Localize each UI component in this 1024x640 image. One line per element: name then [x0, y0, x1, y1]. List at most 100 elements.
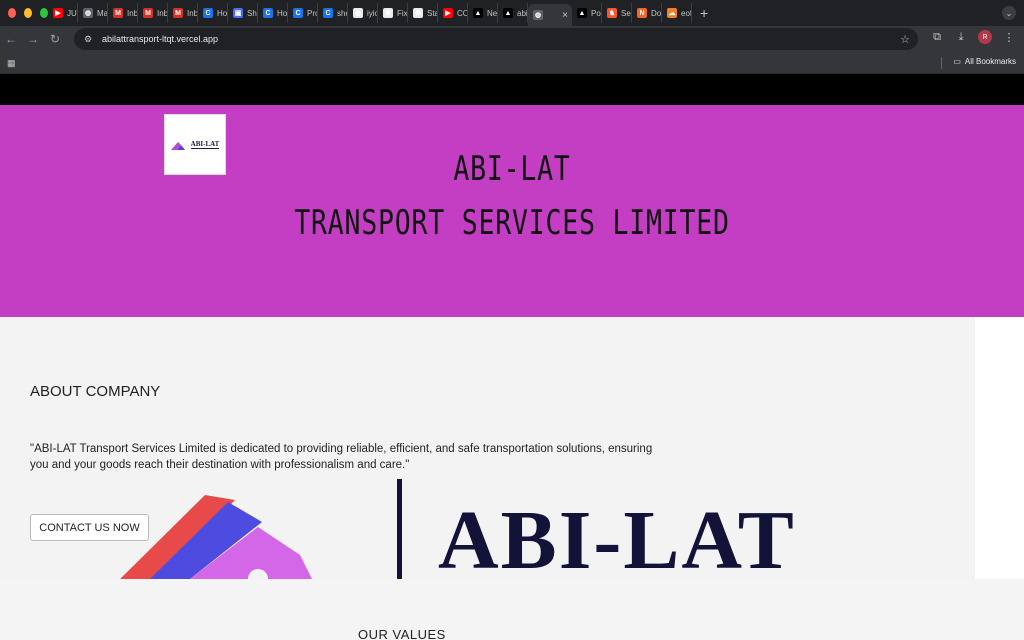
gmail-icon: M: [113, 8, 123, 18]
c-icon: C: [293, 8, 303, 18]
n-icon: N: [637, 8, 647, 18]
browser-tab[interactable]: C Proj: [288, 3, 318, 23]
browser-tab-strip: ▶ JUS ◍ Man M Inbo M Inbo M Inbo C Hon ▣ Sho C Hon C Proj…: [0, 0, 1024, 26]
download-icon[interactable]: ⤓: [954, 31, 968, 44]
browser-tab[interactable]: C Hon: [198, 3, 228, 23]
vercel-icon: ▲: [503, 8, 513, 18]
tab-label: New: [487, 8, 498, 18]
tab-label: COI: [457, 8, 467, 18]
cloud-icon: ☁: [667, 8, 677, 18]
youtube-icon: ▶: [53, 8, 63, 18]
browser-tab[interactable]: ▲ New: [468, 3, 498, 23]
folder-icon: ▭: [953, 57, 961, 66]
about-paragraph: "ABI-LAT Transport Services Limited is d…: [30, 443, 653, 471]
globe-icon: ◍: [83, 8, 93, 18]
bookmarks-divider: [941, 57, 942, 69]
extensions-icon[interactable]: ⧉: [930, 31, 944, 44]
tab-label: Sea: [621, 8, 631, 18]
address-bar[interactable]: ⚙ abilattransport-ltqt.vercel.app ☆: [74, 28, 918, 50]
tab-label: Man: [97, 8, 108, 18]
site-info-icon[interactable]: ⚙: [82, 33, 94, 45]
forward-icon[interactable]: →: [22, 32, 44, 46]
close-tab-icon[interactable]: ×: [562, 10, 568, 21]
url-text[interactable]: abilattransport-ltqt.vercel.app: [102, 34, 218, 44]
tab-label: iyiol: [367, 8, 377, 18]
browser-tab[interactable]: ▶ JUS: [48, 3, 78, 23]
about-heading: ABOUT COMPANY: [30, 383, 161, 400]
vercel-icon: ▲: [473, 8, 483, 18]
gmail-icon: M: [143, 8, 153, 18]
bookmarks-bar: ▦ ▭ All Bookmarks: [0, 52, 1024, 74]
active-browser-tab[interactable]: ◍ ×: [528, 4, 572, 26]
vercel-icon: ▲: [577, 8, 587, 18]
menu-icon[interactable]: ⋮: [1002, 31, 1016, 44]
tab-label: Don: [651, 8, 662, 18]
tab-label: Fixi: [397, 8, 408, 18]
browser-tab[interactable]: ▣ Sho: [228, 3, 258, 23]
all-bookmarks-label: All Bookmarks: [964, 57, 1016, 66]
browser-tab[interactable]: ◉ iyiol: [348, 3, 378, 23]
brand-graphic-text: ABI-LAT: [438, 494, 796, 579]
tab-label: eofc: [681, 8, 692, 18]
logo-mark-icon: [170, 141, 185, 150]
github-icon: ◉: [353, 8, 363, 18]
back-icon[interactable]: ←: [0, 32, 22, 46]
c-icon: C: [203, 8, 213, 18]
all-bookmarks-button[interactable]: ▭ All Bookmarks: [953, 57, 1016, 66]
profile-avatar[interactable]: R: [978, 30, 992, 44]
browser-tab[interactable]: ☁ eofc: [662, 3, 692, 23]
hero-title-line1: ABI-LAT: [453, 149, 571, 189]
image-icon: ▣: [233, 8, 243, 18]
brand-divider-bar: [397, 479, 402, 579]
tab-label: JUS: [67, 8, 77, 18]
tab-label: Star: [427, 8, 437, 18]
window-controls: [0, 8, 48, 18]
site-top-bar: [0, 74, 1024, 105]
browser-tab[interactable]: ◍ Man: [78, 3, 108, 23]
openai-icon: ✺: [383, 8, 393, 18]
tab-list: ▶ JUS ◍ Man M Inbo M Inbo M Inbo C Hon ▣ Sho C Hon C Proj…: [48, 0, 716, 26]
tab-label: Hon: [277, 8, 288, 18]
globe-icon: ◍: [533, 10, 543, 20]
contact-us-button[interactable]: CONTACT US NOW: [30, 514, 149, 541]
zoom-window-button[interactable]: [40, 8, 48, 18]
web-page: ABI-LAT ABI-LAT TRANSPORT SERVICES LIMIT…: [0, 74, 1024, 640]
browser-tab[interactable]: ✺ Fixi: [378, 3, 408, 23]
apps-grid-icon[interactable]: ▦: [7, 58, 16, 69]
values-section: OUR VALUES: [0, 579, 1024, 640]
browser-tab[interactable]: M Inbo: [168, 3, 198, 23]
c-icon: C: [323, 8, 333, 18]
tab-label: Sho: [247, 8, 257, 18]
brave-icon: ♞: [607, 8, 617, 18]
bookmark-star-icon[interactable]: ☆: [900, 33, 910, 46]
tab-label: Port: [591, 8, 601, 18]
tab-label: Hon: [217, 8, 228, 18]
hero-banner: ABI-LAT ABI-LAT TRANSPORT SERVICES LIMIT…: [0, 105, 1024, 317]
tab-label: Inbo: [127, 8, 138, 18]
values-heading: OUR VALUES: [358, 627, 446, 640]
browser-tab[interactable]: ▶ COI: [438, 3, 468, 23]
browser-tab[interactable]: ✺ Star: [408, 3, 438, 23]
about-section: ABI-LAT ABOUT COMPANY "ABI-LAT Transport…: [0, 317, 975, 579]
openai-icon: ✺: [413, 8, 423, 18]
browser-tab[interactable]: ▲ abili: [498, 3, 528, 23]
browser-tab[interactable]: ▲ Port: [572, 3, 602, 23]
browser-tab[interactable]: M Inbo: [108, 3, 138, 23]
tab-label: Proj: [307, 8, 317, 18]
minimize-window-button[interactable]: [24, 8, 32, 18]
tab-label: Inbo: [187, 8, 198, 18]
browser-tab[interactable]: C Hon: [258, 3, 288, 23]
browser-tab[interactable]: ♞ Sea: [602, 3, 632, 23]
browser-toolbar: ← → ↻ ⚙ abilattransport-ltqt.vercel.app …: [0, 26, 1024, 52]
youtube-icon: ▶: [443, 8, 453, 18]
logo-text: ABI-LAT: [190, 140, 220, 149]
c-icon: C: [263, 8, 273, 18]
close-window-button[interactable]: [8, 8, 16, 18]
reload-icon[interactable]: ↻: [44, 32, 66, 46]
browser-tab[interactable]: M Inbo: [138, 3, 168, 23]
tab-search-icon[interactable]: ⌄: [1002, 6, 1016, 20]
browser-tab[interactable]: Cshol: [318, 3, 348, 23]
gmail-icon: M: [173, 8, 183, 18]
browser-tab[interactable]: N Don: [632, 3, 662, 23]
new-tab-icon[interactable]: +: [700, 5, 716, 21]
